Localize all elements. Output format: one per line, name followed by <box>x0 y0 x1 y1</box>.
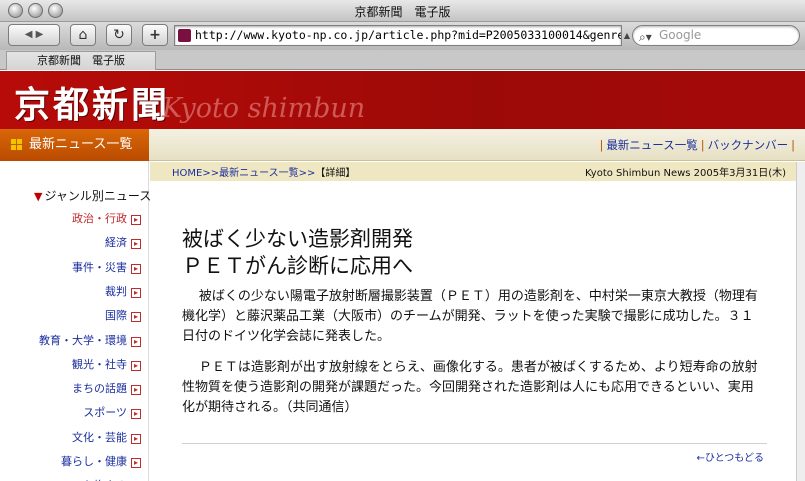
breadcrumb: HOME>>最新ニュース一覧>>【詳細】 <box>172 168 356 179</box>
sidebar-item-genre[interactable]: 経済 ▸ <box>105 235 141 253</box>
window-title: 京都新聞 電子版 <box>354 5 451 19</box>
sidebar-item-label: 国際 <box>105 309 127 323</box>
grid-squares-icon <box>11 139 22 150</box>
address-bar[interactable]: http://www.kyoto-np.co.jp/article.php?mi… <box>174 25 622 46</box>
sidebar-item-genre[interactable]: 暮らし・健康 ▸ <box>61 454 141 472</box>
nav-links: | 最新ニュース一覧 | バックナンバー | <box>599 138 795 152</box>
search-icon: ⌕▾ <box>639 30 652 44</box>
sidebar-item-label: まちの話題 <box>72 382 127 396</box>
arrow-box-icon: ▸ <box>131 409 141 420</box>
nav-link-back-numbers[interactable]: バックナンバー <box>708 138 789 152</box>
nav-link-latest-news[interactable]: 最新ニュース一覧 <box>606 138 697 152</box>
arrow-box-icon: ▸ <box>131 263 141 274</box>
sidebar-item-label: 政治・行政 <box>72 212 127 225</box>
sidebar-item-label: 文化・芸能 <box>72 430 127 444</box>
plus-icon: + <box>149 27 161 43</box>
nav-bar: 最新ニュース一覧 | 最新ニュース一覧 | バックナンバー | <box>0 129 805 161</box>
sidebar-item-genre[interactable]: スポーツ ▸ <box>83 405 141 423</box>
url-dropdown-icon[interactable]: ▲ <box>622 25 632 46</box>
arrow-box-icon: ▸ <box>131 215 141 225</box>
sidebar-item-label: 暮らし・健康 <box>61 455 127 468</box>
sidebar-item-genre[interactable]: 政治・行政 ▸ <box>72 211 141 229</box>
browser-window: 京都新聞 電子版 ◀ ▶ ⌂ ↻ + http://www.kyoto-np.c… <box>0 0 805 481</box>
article-headline: 被ばく少ない造影剤開発 ＰＥＴがん診断に応用へ <box>182 226 762 280</box>
home-icon: ⌂ <box>78 27 88 43</box>
arrow-box-icon: ▸ <box>131 336 141 347</box>
page-content: 京都新聞 Kyoto shimbun 最新ニュース一覧 | 最新ニュース一覧 | バッ… <box>0 71 805 481</box>
sidebar-item-label: スポーツ <box>83 406 127 420</box>
article-paragraph-1: 被ばくの少ない陽電子放射断層撮影装置（ＰＥＴ）用の造影剤を、中村栄一東京大教授（… <box>182 289 758 344</box>
arrow-box-icon: ▸ <box>131 458 141 468</box>
article-paragraph-2: ＰＥＴは造影剤が出す放射線をとらえ、画像化する。患者が被ばくするため、より短寿命… <box>182 360 758 415</box>
back-forward-button[interactable]: ◀ ▶ <box>8 24 60 46</box>
site-favicon-icon <box>178 29 191 42</box>
headline-line-2: ＰＥＴがん診断に応用へ <box>182 254 413 278</box>
sidebar-item-genre[interactable]: 国際 ▸ <box>105 308 141 326</box>
sidebar-item-label: 教育・大学・環境 <box>39 333 127 347</box>
sidebar-item-genre[interactable]: 文化・芸能 ▸ <box>72 430 141 448</box>
triangle-down-icon: ▼ <box>34 190 43 203</box>
breadcrumb-news-list-link[interactable]: 最新ニュース一覧 <box>219 168 299 179</box>
back-forward-icon: ◀ ▶ <box>24 29 44 40</box>
url-text: http://www.kyoto-np.co.jp/article.php?mi… <box>195 28 622 42</box>
site-logo-english: Kyoto shimbun <box>162 93 366 124</box>
site-logo[interactable]: 京都新聞 <box>14 76 170 128</box>
reload-button[interactable]: ↻ <box>106 24 132 46</box>
sidebar-item-genre[interactable]: 裁判 ▸ <box>105 284 141 302</box>
section-title-label: 最新ニュース一覧 <box>29 137 133 152</box>
section-title: 最新ニュース一覧 <box>0 129 149 161</box>
divider <box>182 443 767 444</box>
sidebar-heading: ▼ ジャンル別ニュース <box>34 189 152 203</box>
reload-icon: ↻ <box>113 27 125 43</box>
dateline: Kyoto Shimbun News 2005年3月31日(木) <box>584 168 786 179</box>
search-placeholder: Google <box>659 28 702 42</box>
home-button[interactable]: ⌂ <box>70 24 96 46</box>
tab-kyoto-shimbun[interactable]: 京都新聞 電子版 <box>6 51 156 70</box>
title-bar: 京都新聞 電子版 <box>0 0 805 22</box>
arrow-box-icon: ▸ <box>131 312 141 323</box>
arrow-box-icon: ▸ <box>131 385 141 396</box>
sidebar-item-label: 観光・社寺 <box>72 357 127 371</box>
sidebar-item-genre[interactable]: まちの話題 ▸ <box>72 381 141 399</box>
back-link[interactable]: ←ひとつもどる <box>697 449 764 464</box>
arrow-box-icon: ▸ <box>131 360 141 371</box>
browser-toolbar: ◀ ▶ ⌂ ↻ + http://www.kyoto-np.co.jp/arti… <box>0 22 805 50</box>
arrow-box-icon: ▸ <box>131 287 141 298</box>
site-banner: 京都新聞 Kyoto shimbun <box>0 71 805 129</box>
tab-bar: 京都新聞 電子版 <box>0 50 805 70</box>
headline-line-1: 被ばく少ない造影剤開発 <box>182 227 413 251</box>
sidebar-item-genre[interactable]: 教育・大学・環境 ▸ <box>39 333 141 351</box>
article: 被ばく少ない造影剤開発 ＰＥＴがん診断に応用へ 被ばくの少ない陽電子放射断層撮影… <box>182 226 762 418</box>
arrow-box-icon: ▸ <box>131 239 141 250</box>
sidebar-item-label: 裁判 <box>105 284 127 298</box>
add-bookmark-button[interactable]: + <box>142 24 168 46</box>
sidebar-item-label: 事件・災害 <box>72 260 127 274</box>
scrollbar[interactable] <box>796 162 805 481</box>
sidebar-item-label: 経済 <box>105 236 127 250</box>
search-field[interactable]: ⌕▾ Google <box>632 25 800 46</box>
breadcrumb-home-link[interactable]: HOME <box>172 168 202 179</box>
breadcrumb-bar: HOME>>最新ニュース一覧>>【詳細】 Kyoto Shimbun News … <box>150 162 796 181</box>
arrow-box-icon: ▸ <box>131 433 141 444</box>
sidebar-item-genre[interactable]: 事件・災害 ▸ <box>72 260 141 278</box>
genre-sidebar: ▼ ジャンル別ニュース 政治・行政 ▸ 経済 ▸ 事件・災害 ▸ 裁判 ▸ 国際 ▸ 教育・大学・環境… <box>0 161 152 481</box>
breadcrumb-current: 【詳細】 <box>315 168 356 179</box>
sidebar-item-genre[interactable]: 観光・社寺 ▸ <box>72 357 141 375</box>
